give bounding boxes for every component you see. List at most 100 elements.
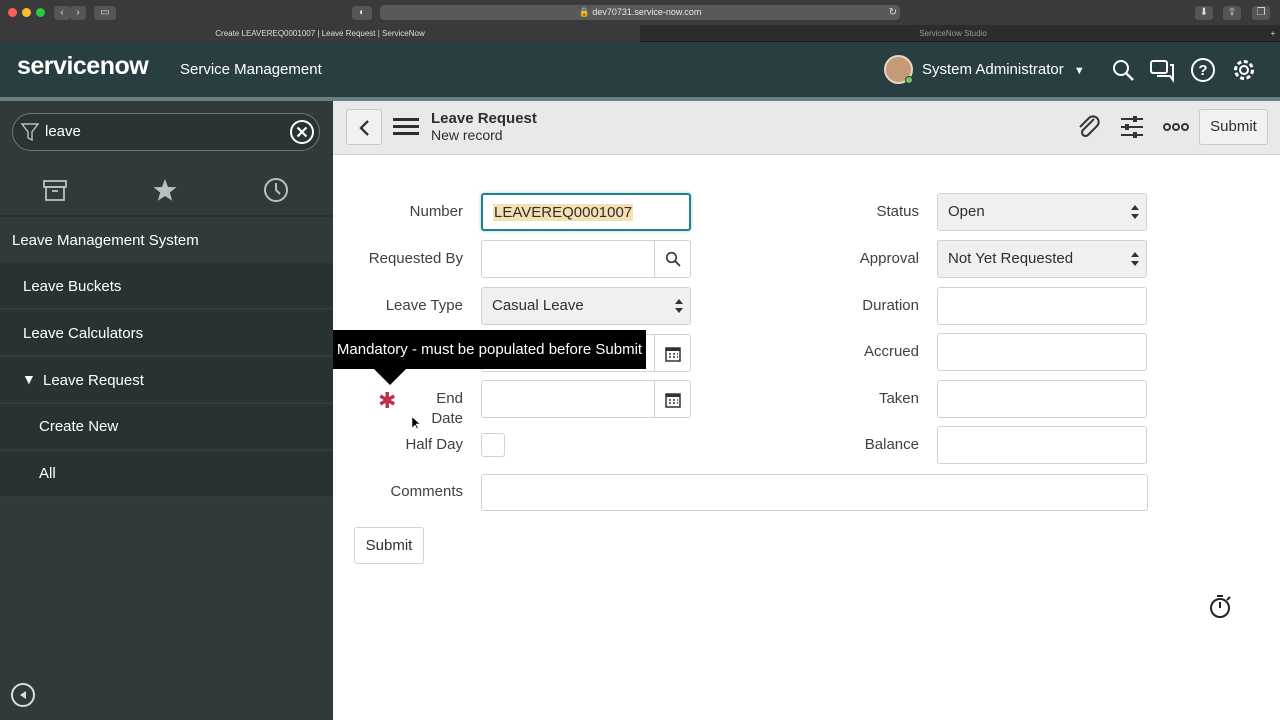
search-icon: [665, 251, 681, 267]
sidebar-item-label: Leave Request: [43, 372, 144, 389]
tabs-overview-icon[interactable]: ❐: [1252, 6, 1270, 20]
tab-title: Create LEAVEREQ0001007 | Leave Request |…: [215, 29, 425, 38]
accrued-label: Accrued: [863, 343, 919, 360]
balance-label: Balance: [864, 436, 919, 453]
form-title: Leave Request: [431, 110, 537, 127]
servicenow-logo[interactable]: servicenow: [17, 52, 149, 81]
sidebar-toggle-icon[interactable]: ▭: [94, 6, 116, 20]
approval-label: Approval: [859, 250, 919, 267]
close-window-icon[interactable]: [8, 8, 17, 17]
select-updown-icon: [1131, 205, 1139, 219]
calendar-icon: [665, 347, 681, 362]
accrued-field[interactable]: [937, 333, 1147, 371]
new-tab-button[interactable]: +: [1266, 25, 1280, 42]
clear-filter-icon[interactable]: [289, 119, 315, 145]
filter-icon: [21, 123, 39, 142]
approval-value: Not Yet Requested: [948, 250, 1074, 267]
hamburger-menu-icon[interactable]: [393, 116, 419, 138]
sidebar-item-create-new[interactable]: Create New: [0, 404, 333, 450]
leave-type-value: Casual Leave: [492, 297, 584, 314]
form-submit-button[interactable]: Submit: [354, 527, 424, 564]
end-date-calendar-button[interactable]: [654, 381, 690, 417]
browser-forward-icon[interactable]: ›: [70, 6, 86, 20]
reload-icon[interactable]: ↻: [886, 6, 900, 20]
download-icon[interactable]: ⬇: [1195, 6, 1213, 20]
sidebar-item-leave-request[interactable]: ▼ Leave Request: [0, 357, 333, 403]
balance-field[interactable]: [937, 426, 1147, 464]
comments-field[interactable]: [481, 474, 1148, 511]
more-options-icon[interactable]: [1162, 113, 1190, 141]
connect-chat-icon[interactable]: [1148, 56, 1176, 84]
stopwatch-icon[interactable]: [1207, 593, 1233, 619]
url-text: dev70731.service-now.com: [592, 7, 702, 17]
all-apps-archive-icon[interactable]: [41, 176, 69, 204]
calendar-icon: [665, 393, 681, 408]
app-title: Leave Management System: [12, 232, 199, 249]
chevron-left-icon: [359, 120, 369, 136]
mandatory-tooltip: Mandatory - must be populated before Sub…: [333, 330, 646, 369]
leave-type-label: Leave Type: [385, 297, 463, 314]
header-submit-button[interactable]: Submit: [1199, 109, 1268, 145]
end-date-field[interactable]: [481, 380, 691, 418]
sidebar-item-leave-buckets[interactable]: Leave Buckets: [0, 263, 333, 309]
taken-field[interactable]: [937, 380, 1147, 418]
duration-field[interactable]: [937, 287, 1147, 325]
tab-title: ServiceNow Studio: [919, 29, 987, 38]
number-label: Number: [409, 203, 463, 220]
history-clock-icon[interactable]: [262, 176, 290, 204]
product-name: Service Management: [180, 61, 322, 78]
privacy-shield-icon[interactable]: ◐: [352, 6, 372, 20]
filter-value[interactable]: leave: [45, 123, 81, 140]
status-select[interactable]: Open: [937, 193, 1147, 231]
sidebar-item-label: Create New: [39, 418, 119, 435]
leave-type-select[interactable]: Casual Leave: [481, 287, 691, 325]
back-button[interactable]: [346, 109, 382, 145]
select-updown-icon: [1131, 252, 1139, 266]
duration-label: Duration: [862, 297, 919, 314]
browser-tabbar: Create LEAVEREQ0001007 | Leave Request |…: [0, 25, 1280, 42]
lock-icon: 🔒: [578, 7, 590, 17]
form-subtitle: New record: [431, 127, 503, 143]
share-icon[interactable]: ⇪: [1223, 6, 1241, 20]
svg-text:?: ?: [1198, 62, 1207, 79]
collapse-navigator-button[interactable]: [11, 683, 35, 707]
browser-toolbar: ‹ › ▭ ◐ 🔒 dev70731.service-now.com ↻ ⬇ ⇪…: [0, 0, 1280, 25]
browser-tab-studio[interactable]: ServiceNow Studio: [640, 25, 1266, 42]
taken-label: Taken: [878, 390, 919, 407]
zoom-window-icon[interactable]: [36, 8, 45, 17]
browser-tab-active[interactable]: Create LEAVEREQ0001007 | Leave Request |…: [0, 25, 640, 42]
attachment-paperclip-icon[interactable]: [1075, 113, 1103, 141]
sidebar-item-leave-calculators[interactable]: Leave Calculators: [0, 310, 333, 356]
requested-by-label: Requested By: [368, 250, 463, 267]
presence-indicator: [905, 76, 913, 84]
personalize-sliders-icon[interactable]: [1118, 113, 1146, 141]
sidebar-item-label: All: [39, 465, 56, 482]
number-field[interactable]: LEAVEREQ0001007: [481, 193, 691, 231]
mandatory-asterisk-icon: ✱: [378, 388, 397, 413]
triangle-left-icon: [20, 691, 26, 699]
chevron-down-icon: ▼: [1073, 65, 1085, 77]
requested-by-field[interactable]: [481, 240, 691, 278]
number-value: LEAVEREQ0001007: [493, 204, 634, 221]
search-icon[interactable]: [1109, 56, 1137, 84]
browser-back-icon[interactable]: ‹: [54, 6, 70, 20]
lookup-button[interactable]: [654, 241, 690, 277]
comments-label: Comments: [390, 483, 463, 500]
half-day-checkbox[interactable]: [481, 433, 505, 457]
half-day-label: Half Day: [405, 436, 463, 453]
user-menu[interactable]: System Administrator ▼: [922, 61, 1085, 78]
help-icon[interactable]: ?: [1189, 56, 1217, 84]
favorites-star-icon[interactable]: [151, 176, 179, 204]
app-section-header[interactable]: Leave Management System: [0, 217, 333, 263]
sidebar-item-label: Leave Calculators: [23, 325, 144, 342]
status-label: Status: [876, 203, 919, 220]
gear-icon[interactable]: [1230, 56, 1258, 84]
mouse-cursor-icon: [412, 417, 420, 429]
address-bar[interactable]: 🔒 dev70731.service-now.com: [380, 5, 900, 20]
minimize-window-icon[interactable]: [22, 8, 31, 17]
start-date-calendar-button[interactable]: [654, 335, 690, 371]
sidebar-item-all[interactable]: All: [0, 451, 333, 497]
tooltip-arrow: [374, 369, 406, 385]
triangle-down-icon: ▼: [22, 371, 36, 387]
approval-select[interactable]: Not Yet Requested: [937, 240, 1147, 278]
